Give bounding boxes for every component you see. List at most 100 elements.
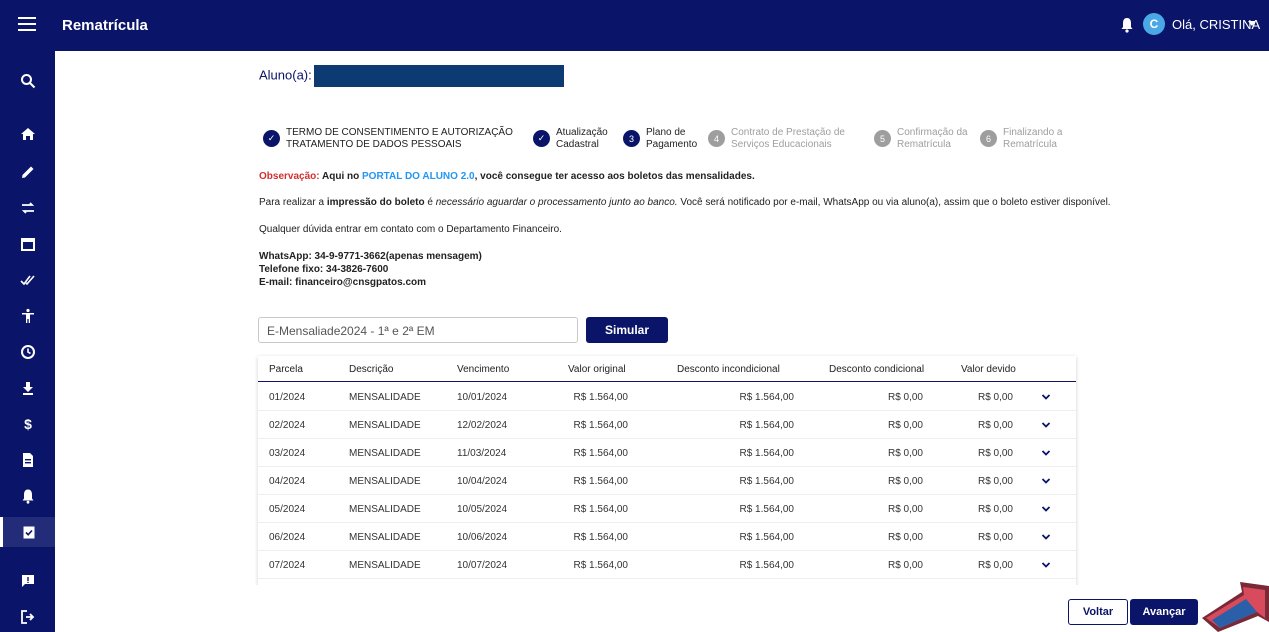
step-4[interactable]: 4 Contrato de Prestação de Serviços Educa… (708, 127, 845, 151)
sidebar-item-swap[interactable] (0, 193, 55, 223)
step-number: 4 (708, 130, 725, 147)
download-icon (22, 382, 33, 395)
sidebar-item-finance[interactable]: $ (0, 409, 55, 439)
step-number: 5 (874, 130, 891, 147)
table-cell: R$ 1.564,00 (739, 392, 795, 403)
sidebar-item-edit[interactable] (0, 157, 55, 187)
table-row[interactable]: 06/2024 MENSALIDADE 10/06/2024 R$ 1.564,00 R… (258, 523, 1076, 551)
column-header: Vencimento (457, 364, 510, 375)
expand-chevron-icon[interactable] (1041, 420, 1051, 430)
sidebar-item-logout[interactable] (0, 602, 55, 632)
table-row[interactable]: 05/2024 MENSALIDADE 10/05/2024 R$ 1.564,00 R… (258, 495, 1076, 523)
table-cell: R$ 0,00 (977, 392, 1013, 403)
sidebar-item-documents[interactable] (0, 445, 55, 475)
text: Você será notificado por e-mail, WhatsAp… (677, 197, 1111, 208)
sidebar-item-accessibility[interactable] (0, 301, 55, 331)
table-cell: R$ 0,00 (887, 560, 923, 571)
simulate-button[interactable]: Simular (586, 317, 668, 343)
sidebar-item-calendar[interactable] (0, 229, 55, 259)
observation-label: Observação: (259, 171, 320, 182)
clipboard-check-icon (23, 526, 35, 539)
table-row[interactable]: 03/2024 MENSALIDADE 11/03/2024 R$ 1.564,00 R… (258, 439, 1076, 467)
column-header: Valor original (568, 364, 626, 375)
sidebar-item-home[interactable] (0, 119, 55, 149)
table-cell: R$ 0,00 (977, 476, 1013, 487)
table-cell: R$ 0,00 (977, 532, 1013, 543)
table-row[interactable]: 02/2024 MENSALIDADE 12/02/2024 R$ 1.564,00 R… (258, 411, 1076, 439)
pointer-arrow-icon (1202, 582, 1269, 632)
portal-link[interactable]: PORTAL DO ALUNO 2.0 (362, 171, 475, 182)
step-2[interactable]: ✓ Atualização Cadastral (533, 127, 608, 151)
table-row[interactable]: 04/2024 MENSALIDADE 10/04/2024 R$ 1.564,00 R… (258, 467, 1076, 495)
step-1[interactable]: ✓ TERMO DE CONSENTIMENTO E AUTORIZAÇÃO TR… (263, 127, 513, 151)
contact-email: E-mail: financeiro@cnsgpatos.com (259, 277, 427, 288)
sidebar-item-approvals[interactable] (0, 265, 55, 295)
step-3[interactable]: 3 Plano de Pagamento (623, 127, 697, 151)
step-5[interactable]: 5 Confirmação da Rematrícula (874, 127, 968, 151)
table-cell: R$ 1.564,00 (739, 420, 795, 431)
sidebar-item-reenrollment[interactable] (0, 517, 55, 547)
sidebar-item-feedback[interactable] (0, 566, 55, 596)
expand-chevron-icon[interactable] (1041, 392, 1051, 402)
clock-icon (20, 345, 35, 359)
expand-chevron-icon[interactable] (1041, 560, 1051, 570)
table-cell: MENSALIDADE (349, 504, 421, 515)
table-cell: R$ 1.564,00 (739, 532, 795, 543)
table-cell: R$ 1.564,00 (573, 560, 629, 571)
chevron-down-icon[interactable] (1248, 21, 1256, 26)
table-cell: MENSALIDADE (349, 392, 421, 403)
pencil-icon (21, 166, 33, 178)
table-cell: 10/05/2024 (457, 504, 508, 515)
expand-chevron-icon[interactable] (1041, 476, 1051, 486)
step-label: Atualização (556, 127, 608, 138)
sidebar-item-notifications[interactable] (0, 481, 55, 511)
step-label: Pagamento (646, 139, 698, 150)
table-row[interactable]: 07/2024 MENSALIDADE 10/07/2024 R$ 1.564,00 R… (258, 551, 1076, 579)
table-cell: R$ 1.564,00 (573, 420, 629, 431)
table-cell: 06/2024 (269, 532, 306, 543)
table-cell: MENSALIDADE (349, 560, 421, 571)
column-header: Desconto condicional (829, 364, 925, 375)
table-cell: 10/06/2024 (457, 532, 508, 543)
sidebar-item-download[interactable] (0, 373, 55, 403)
sidebar-item-search[interactable] (0, 66, 55, 96)
table-cell: R$ 1.564,00 (573, 392, 629, 403)
home-icon (20, 128, 35, 140)
table-cell: MENSALIDADE (349, 448, 421, 459)
observation-text: Aqui no (319, 171, 362, 182)
student-name-redacted (313, 65, 564, 87)
text: é (424, 197, 436, 208)
table-cell: R$ 0,00 (977, 420, 1013, 431)
notification-bell-icon[interactable] (1120, 17, 1134, 33)
table-row[interactable]: 01/2024 MENSALIDADE 10/01/2024 R$ 1.564,00 R… (258, 383, 1076, 411)
table-cell: MENSALIDADE (349, 476, 421, 487)
table-cell: R$ 1.564,00 (739, 476, 795, 487)
table-cell: 05/2024 (269, 504, 306, 515)
menu-icon[interactable] (18, 17, 36, 33)
student-field: Aluno(a): (259, 65, 564, 87)
table-cell: R$ 0,00 (887, 392, 923, 403)
table-cell: 10/04/2024 (457, 476, 508, 487)
text: impressão do boleto (326, 197, 425, 208)
avatar[interactable]: C (1143, 13, 1165, 35)
sidebar-item-history[interactable] (0, 337, 55, 367)
next-button[interactable]: Avançar (1130, 599, 1198, 625)
dollar-icon: $ (24, 416, 32, 432)
user-greeting[interactable]: Olá, CRISTINA (1172, 17, 1260, 32)
step-label: TRATAMENTO DE DADOS PESSOAIS (286, 139, 462, 150)
table-cell: R$ 0,00 (977, 560, 1013, 571)
logout-icon (20, 610, 34, 624)
feedback-icon (21, 575, 34, 587)
table-cell: R$ 1.564,00 (573, 532, 629, 543)
expand-chevron-icon[interactable] (1041, 504, 1051, 514)
back-button[interactable]: Voltar (1068, 599, 1128, 625)
step-6[interactable]: 6 Finalizando a Rematrícula (980, 127, 1062, 151)
document-icon (22, 453, 33, 467)
step-label: TERMO DE CONSENTIMENTO E AUTORIZAÇÃO (286, 127, 513, 138)
expand-chevron-icon[interactable] (1041, 532, 1051, 542)
expand-chevron-icon[interactable] (1041, 448, 1051, 458)
svg-text:$: $ (24, 416, 32, 432)
payment-plan-select[interactable]: E-Mensaliade2024 - 1ª e 2ª EM (258, 317, 578, 343)
step-check-icon: ✓ (263, 130, 280, 147)
table-cell: 12/02/2024 (457, 420, 508, 431)
